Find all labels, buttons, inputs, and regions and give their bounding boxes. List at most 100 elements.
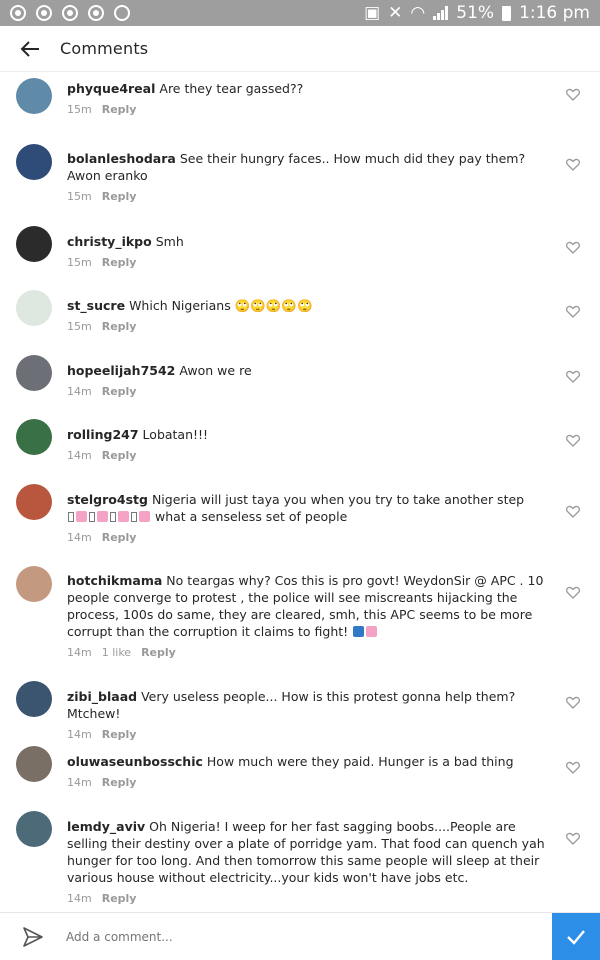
reply-button[interactable]: Reply (102, 318, 137, 335)
reply-button[interactable]: Reply (102, 254, 137, 271)
emoji (131, 512, 137, 522)
comment-timestamp: 14m (67, 449, 92, 462)
comment-text-line: rolling247 Lobatan!!! (67, 426, 547, 443)
comment-text-line: phyque4real Are they tear gassed?? (67, 80, 547, 97)
reply-button[interactable]: Reply (102, 447, 137, 464)
avatar[interactable] (16, 811, 52, 847)
comment-username[interactable]: st_sucre (67, 298, 125, 313)
battery-percent: 51% (456, 3, 495, 23)
notification-icons (10, 5, 130, 21)
emoji (97, 511, 108, 522)
comment-username[interactable]: oluwaseunbosschic (67, 754, 203, 769)
comment-meta: 15m Reply (67, 188, 547, 205)
direct-message-icon[interactable] (0, 913, 66, 960)
like-heart-icon[interactable] (566, 696, 580, 710)
comment-timestamp: 14m (67, 776, 92, 789)
comment-meta: 14m Reply (67, 447, 547, 464)
comment-body: lemdy_aviv Oh Nigeria! I weep for her fas… (67, 818, 547, 907)
comment-meta: 14m Reply (67, 383, 547, 400)
comment-meta: 14m 1 like Reply (67, 644, 547, 661)
nfc-icon: ▣ (364, 3, 381, 23)
avatar[interactable] (16, 78, 52, 114)
like-heart-icon[interactable] (566, 434, 580, 448)
comment-timestamp: 14m (67, 531, 92, 544)
like-heart-icon[interactable] (566, 88, 580, 102)
comment-body: st_sucre Which Nigerians 🙄🙄🙄🙄🙄 15m Reply (67, 297, 547, 335)
comment-timestamp: 15m (67, 103, 92, 116)
comment-username[interactable]: hopeelijah7542 (67, 363, 175, 378)
comment-timestamp: 14m (67, 385, 92, 398)
comment-timestamp: 15m (67, 256, 92, 269)
comment-username[interactable]: bolanleshodara (67, 151, 176, 166)
avatar[interactable] (16, 226, 52, 262)
reply-button[interactable]: Reply (102, 383, 137, 400)
app-header: Comments (0, 26, 600, 72)
comment-timestamp: 15m (67, 320, 92, 333)
comment-text-line: christy_ikpo Smh (67, 233, 547, 250)
avatar[interactable] (16, 566, 52, 602)
battery-icon (502, 5, 512, 21)
comment-text-line: oluwaseunbosschic How much were they paid… (67, 753, 547, 770)
like-heart-icon[interactable] (566, 241, 580, 255)
like-count[interactable]: 1 like (102, 644, 131, 661)
emoji (139, 511, 150, 522)
comment-text: Smh (155, 234, 184, 249)
avatar[interactable] (16, 355, 52, 391)
comment-meta: 15m Reply (67, 101, 547, 118)
comment-meta: 15m Reply (67, 254, 547, 271)
comment-meta: 14m Reply (67, 890, 547, 907)
comment-input[interactable] (66, 912, 552, 960)
back-arrow-icon[interactable] (0, 26, 60, 72)
emoji (68, 512, 74, 522)
reply-button[interactable]: Reply (102, 890, 137, 907)
avatar[interactable] (16, 290, 52, 326)
comment-body: christy_ikpo Smh 15m Reply (67, 233, 547, 271)
like-heart-icon[interactable] (566, 158, 580, 172)
like-heart-icon[interactable] (566, 505, 580, 519)
like-heart-icon[interactable] (566, 586, 580, 600)
avatar[interactable] (16, 484, 52, 520)
reply-button[interactable]: Reply (141, 644, 176, 661)
comment-username[interactable]: stelgro4stg (67, 492, 148, 507)
avatar[interactable] (16, 144, 52, 180)
avatar[interactable] (16, 681, 52, 717)
like-heart-icon[interactable] (566, 305, 580, 319)
comment-username[interactable]: phyque4real (67, 81, 155, 96)
comment-text-line: zibi_blaad Very useless people... How is … (67, 688, 547, 722)
reply-button[interactable]: Reply (102, 774, 137, 791)
comment-meta: 14m Reply (67, 726, 547, 743)
comment-text-line: lemdy_aviv Oh Nigeria! I weep for her fas… (67, 818, 547, 886)
comment-text: How much were they paid. Hunger is a bad… (206, 754, 514, 769)
comment-username[interactable]: christy_ikpo (67, 234, 152, 249)
signal-icon (433, 6, 449, 20)
comment-text-line: stelgro4stg Nigeria will just taya you wh… (67, 491, 547, 525)
avatar[interactable] (16, 419, 52, 455)
like-heart-icon[interactable] (566, 370, 580, 384)
reply-button[interactable]: Reply (102, 529, 137, 546)
like-heart-icon[interactable] (566, 832, 580, 846)
comment-username[interactable]: zibi_blaad (67, 689, 137, 704)
emoji (110, 512, 116, 522)
comment-text: Awon we re (179, 363, 252, 378)
clock: 1:16 pm (519, 3, 590, 23)
comment-body: oluwaseunbosschic How much were they paid… (67, 753, 547, 791)
comment-text-line: bolanleshodara See their hungry faces.. H… (67, 150, 547, 184)
reply-button[interactable]: Reply (102, 101, 137, 118)
comment-body: hotchikmama No teargas why? Cos this is p… (67, 572, 547, 661)
emoji (118, 511, 129, 522)
app-notification-icon (62, 5, 78, 21)
post-button[interactable] (552, 912, 600, 960)
comment-meta: 14m Reply (67, 774, 547, 791)
avatar[interactable] (16, 746, 52, 782)
status-bar: ▣ ✕ ◠ 51% 1:16 pm (0, 0, 600, 26)
app-notification-icon (36, 5, 52, 21)
comment-text: Lobatan!!! (142, 427, 209, 442)
comment-username[interactable]: hotchikmama (67, 573, 162, 588)
comment-body: zibi_blaad Very useless people... How is … (67, 688, 547, 743)
reply-button[interactable]: Reply (102, 188, 137, 205)
comment-username[interactable]: lemdy_aviv (67, 819, 145, 834)
reply-button[interactable]: Reply (102, 726, 137, 743)
comment-username[interactable]: rolling247 (67, 427, 139, 442)
like-heart-icon[interactable] (566, 761, 580, 775)
comment-composer (0, 912, 600, 960)
